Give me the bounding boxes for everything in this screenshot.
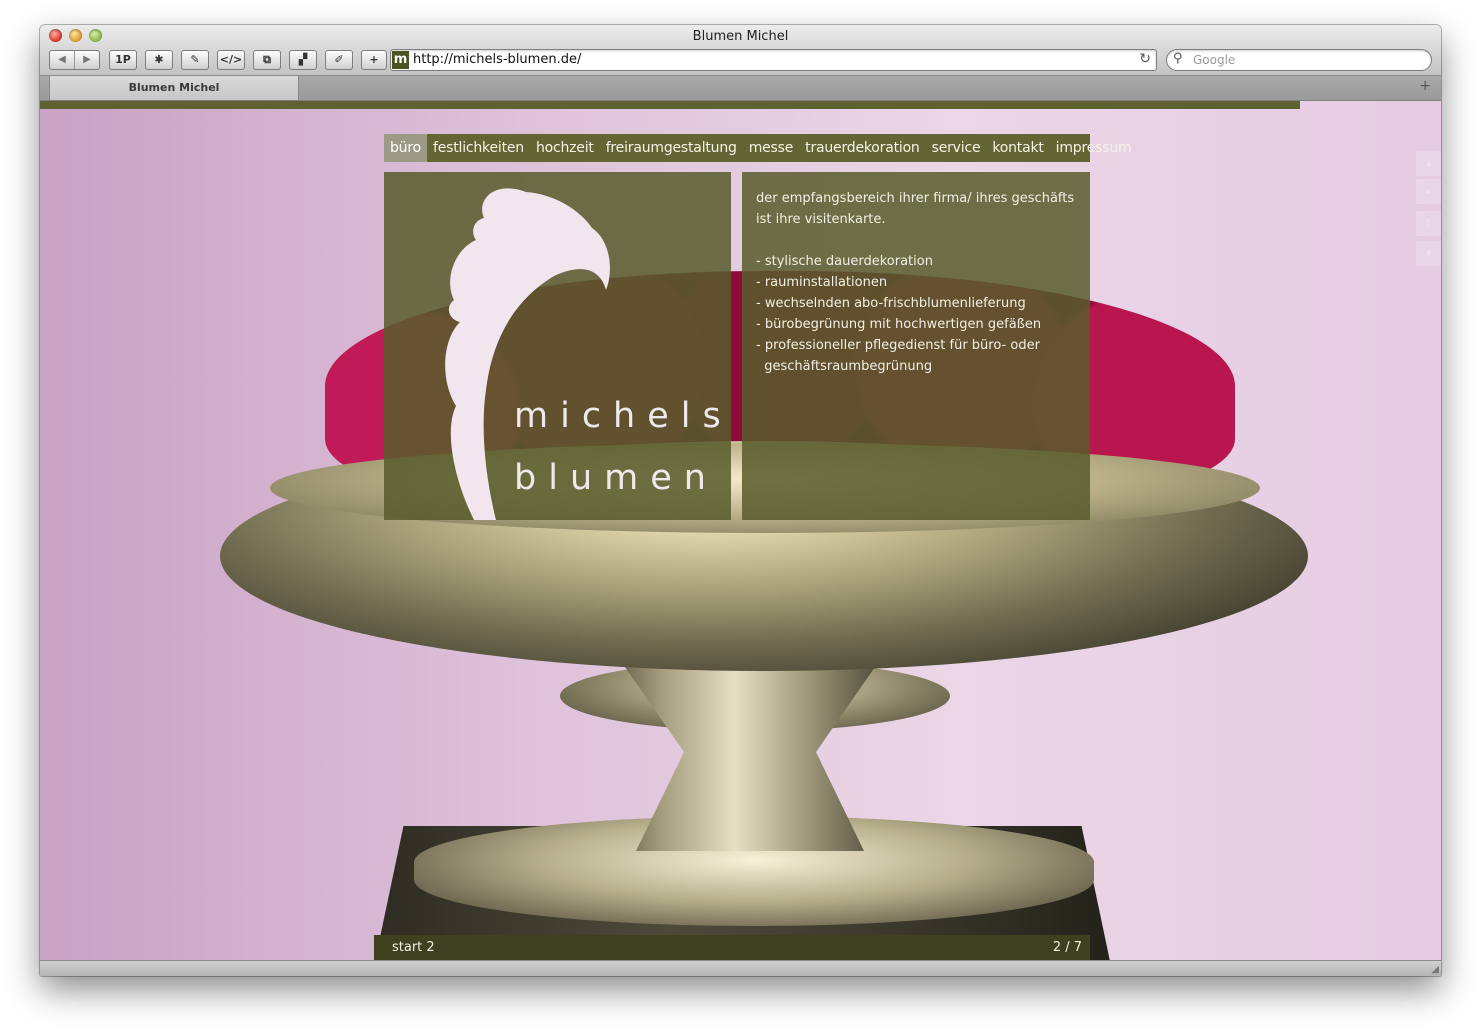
search-icon[interactable]: ⚲ bbox=[1173, 51, 1183, 66]
list-item: - stylische dauerdekoration bbox=[756, 254, 933, 269]
list-item: - bürobegrünung mit hochwertigen gefäßen bbox=[756, 317, 1042, 332]
site-favicon: m bbox=[392, 51, 409, 69]
logo-text-blumen: blumen bbox=[514, 458, 718, 498]
resize-grip-icon[interactable]: ◢ bbox=[1431, 964, 1439, 975]
nav-item-impressum[interactable]: impressum bbox=[1050, 134, 1138, 162]
content-panel: der empfangsbereich ihrer firma/ ihres g… bbox=[742, 172, 1090, 520]
onepassword-button[interactable]: 1P bbox=[109, 50, 137, 70]
intro-text: der empfangsbereich ihrer firma/ ihres g… bbox=[756, 191, 1075, 227]
top-strip bbox=[40, 101, 1300, 109]
web-content: büro festlichkeiten hochzeit freiraumges… bbox=[40, 101, 1441, 961]
logo-text-michels: michels bbox=[514, 396, 731, 436]
slide-down-icon[interactable]: ▾ bbox=[1416, 241, 1441, 266]
slide-counter: 2 / 7 bbox=[1052, 940, 1082, 955]
back-arrow-icon[interactable]: ◀ bbox=[50, 51, 74, 69]
service-list: - stylische dauerdekoration - rauminstal… bbox=[756, 251, 1076, 377]
tab-blumen-michel[interactable]: Blumen Michel bbox=[49, 76, 299, 100]
view-source-icon[interactable]: </> bbox=[217, 50, 245, 70]
address-bar[interactable]: m http://michels-blumen.de/ ↻ bbox=[390, 49, 1157, 71]
nav-item-kontakt[interactable]: kontakt bbox=[986, 134, 1049, 162]
nav-item-service[interactable]: service bbox=[926, 134, 987, 162]
new-tab-icon[interactable]: + bbox=[1419, 78, 1431, 94]
nav-item-festlichkeiten[interactable]: festlichkeiten bbox=[427, 134, 530, 162]
main-navigation: büro festlichkeiten hochzeit freiraumges… bbox=[384, 134, 1132, 162]
search-input[interactable] bbox=[1193, 51, 1413, 69]
nav-item-trauerdekoration[interactable]: trauerdekoration bbox=[799, 134, 925, 162]
logo-panel: michels blumen bbox=[384, 172, 731, 520]
status-bar: ◢ bbox=[40, 960, 1441, 976]
list-item: - wechselnden abo-frischblumenlieferung bbox=[756, 296, 1026, 311]
list-item: - rauminstallationen bbox=[756, 275, 888, 290]
nav-item-hochzeit[interactable]: hochzeit bbox=[530, 134, 600, 162]
validator-icon[interactable]: ✎ bbox=[181, 50, 209, 70]
nav-item-freiraumgestaltung[interactable]: freiraumgestaltung bbox=[600, 134, 743, 162]
reload-icon[interactable]: ↻ bbox=[1139, 51, 1151, 67]
generated-source-icon[interactable]: ⧉ bbox=[253, 50, 281, 70]
browser-window: Blumen Michel ◀ ▶ 1P ✱ ✎ </> ⧉ ▞ ✐ + m h… bbox=[40, 25, 1441, 976]
slide-next-icon[interactable]: ▸ bbox=[1416, 179, 1441, 204]
slideshow-caption-bar: start 2 2 / 7 bbox=[374, 935, 1090, 961]
add-bookmark-button[interactable]: + bbox=[361, 50, 387, 70]
nav-item-messe[interactable]: messe bbox=[743, 134, 799, 162]
title-bar: Blumen Michel ◀ ▶ 1P ✱ ✎ </> ⧉ ▞ ✐ + m h… bbox=[40, 25, 1441, 76]
url-text[interactable]: http://michels-blumen.de/ bbox=[413, 52, 581, 67]
bug-icon[interactable]: ✱ bbox=[145, 50, 173, 70]
slide-caption: start 2 bbox=[392, 940, 435, 955]
window-title: Blumen Michel bbox=[692, 29, 789, 44]
slide-pause-icon[interactable]: ∥ bbox=[1416, 211, 1441, 236]
slide-up-icon[interactable]: ▴ bbox=[1416, 151, 1441, 176]
search-field[interactable]: ⚲ bbox=[1166, 49, 1432, 71]
checker-icon[interactable]: ▞ bbox=[289, 50, 317, 70]
forward-arrow-icon[interactable]: ▶ bbox=[74, 51, 99, 69]
back-forward-buttons: ◀ ▶ bbox=[49, 50, 100, 70]
list-item: - professioneller pflegedienst für büro-… bbox=[756, 338, 1040, 353]
list-item: geschäftsraumbegrünung bbox=[756, 359, 933, 374]
tab-bar: Blumen Michel + bbox=[40, 76, 1441, 101]
nav-item-buero[interactable]: büro bbox=[384, 134, 427, 162]
edit-icon[interactable]: ✐ bbox=[325, 50, 353, 70]
